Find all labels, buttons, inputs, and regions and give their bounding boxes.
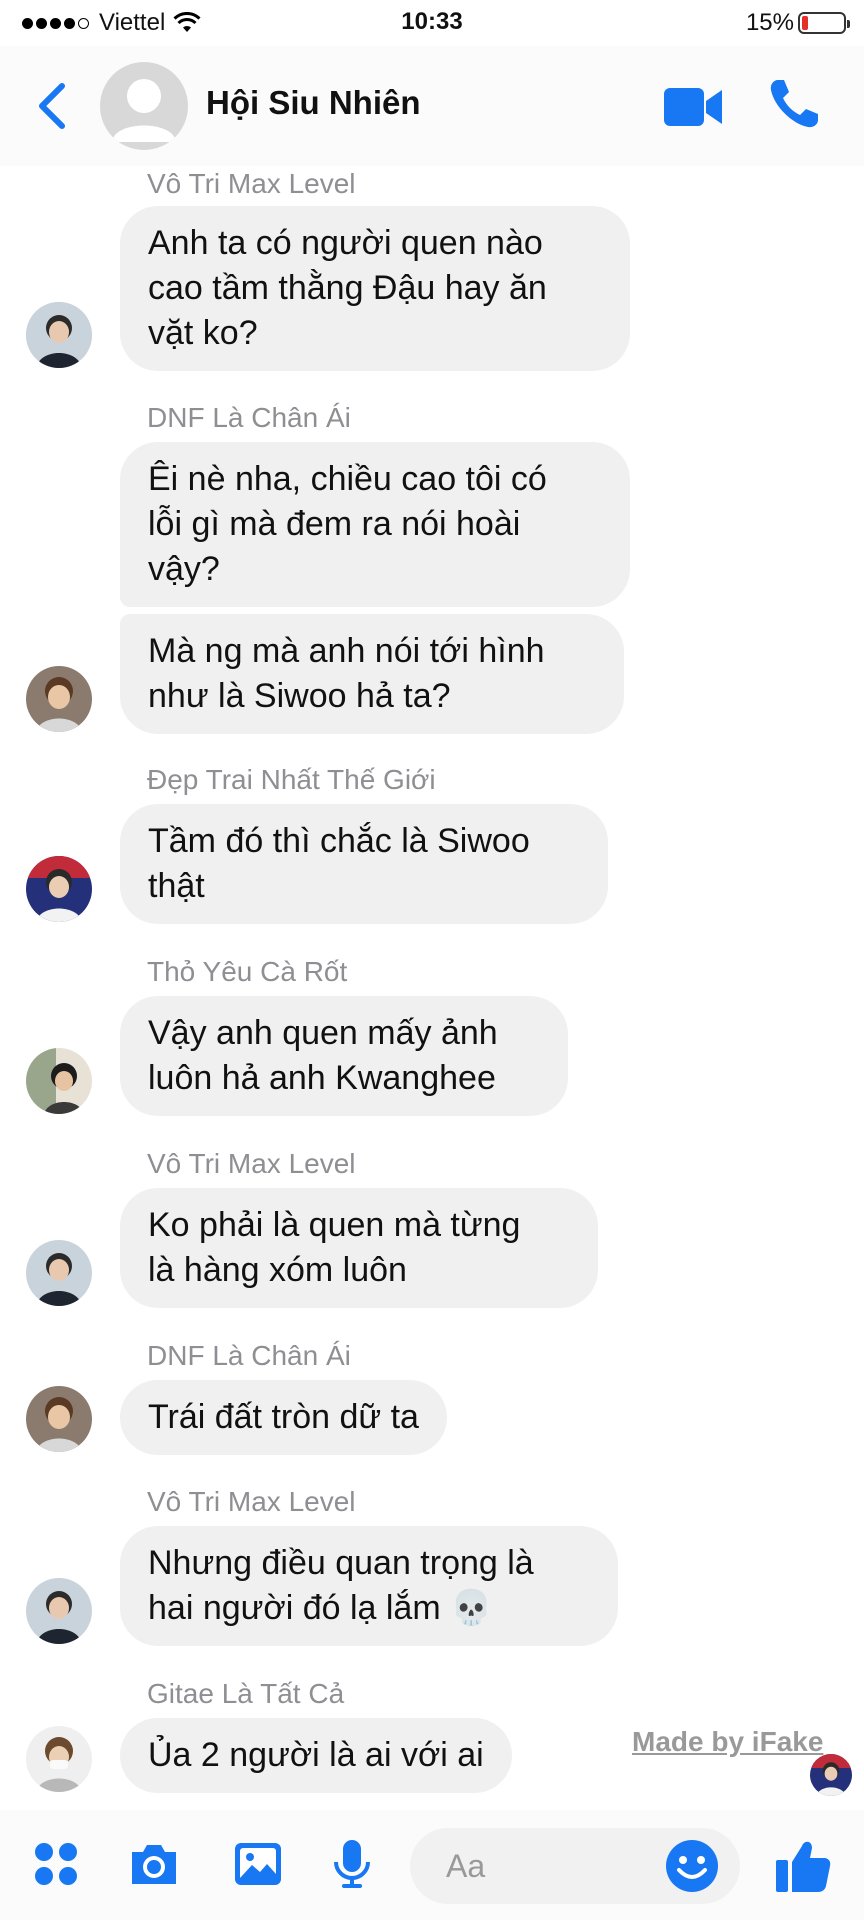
message-line: là hàng xóm luôn xyxy=(148,1251,407,1289)
sender-name: Vô Tri Max Level xyxy=(147,1148,356,1179)
message-line: Vậy anh quen mấy ảnh xyxy=(148,1014,498,1052)
message-line: thật xyxy=(148,867,205,905)
chat-title[interactable]: Hội Siu Nhiên xyxy=(206,84,421,122)
message-bubble[interactable]: Trái đất tròn dữ ta xyxy=(120,1380,447,1455)
default-person-icon xyxy=(112,79,176,142)
message-line: Anh ta có người quen nào xyxy=(148,224,543,262)
status-bar: Viettel 10:33 15% xyxy=(0,0,864,46)
battery-icon xyxy=(798,12,850,34)
message-line: Mà ng mà anh nói tới hình xyxy=(148,632,545,670)
avatar[interactable] xyxy=(26,1240,92,1306)
avatar[interactable] xyxy=(26,856,92,922)
message-bubble[interactable]: Nhưng điều quan trọng là hai người đó lạ… xyxy=(120,1526,618,1646)
avatar[interactable] xyxy=(26,1726,92,1792)
watermark: Made by iFake xyxy=(632,1726,824,1757)
message-line: Tầm đó thì chắc là Siwoo xyxy=(148,822,530,860)
message-line: luôn hả anh Kwanghee xyxy=(148,1059,496,1097)
message-list[interactable]: Vô Tri Max Level Anh ta có người quen nà… xyxy=(0,166,864,1796)
message-line: Êi nè nha, chiều cao tôi có xyxy=(148,460,547,498)
avatar[interactable] xyxy=(26,666,92,732)
sender-name: Vô Tri Max Level xyxy=(147,1486,356,1517)
message-bubble[interactable]: Ủa 2 người là ai với ai xyxy=(120,1718,512,1793)
sender-name: Vô Tri Max Level xyxy=(147,168,356,199)
avatar[interactable] xyxy=(26,1386,92,1452)
avatar[interactable] xyxy=(26,302,92,368)
video-camera-icon[interactable] xyxy=(662,84,724,130)
message-line: như là Siwoo hả ta? xyxy=(148,677,451,715)
sender-name: DNF Là Chân Ái xyxy=(147,1340,351,1371)
message-line: cao tầm thằng Đậu hay ăn xyxy=(148,269,547,307)
message-line: hai người đó lạ lắm 💀 xyxy=(148,1589,493,1627)
avatar[interactable] xyxy=(26,1578,92,1644)
sender-name: Gitae Là Tất Cả xyxy=(147,1678,345,1709)
message-line: vậy? xyxy=(148,550,220,588)
back-chevron-icon[interactable] xyxy=(32,78,72,134)
camera-icon[interactable] xyxy=(128,1838,180,1890)
chat-header: Hội Siu Nhiên xyxy=(0,46,864,166)
phone-icon[interactable] xyxy=(766,76,822,132)
sender-name: Thỏ Yêu Cà Rốt xyxy=(147,956,348,987)
message-line: lỗi gì mà đem ra nói hoài xyxy=(148,505,521,543)
composer-bar xyxy=(0,1810,864,1920)
message-bubble[interactable]: Vậy anh quen mấy ảnh luôn hả anh Kwanghe… xyxy=(120,996,568,1116)
battery-percent: 15% xyxy=(745,9,794,36)
message-line: Ủa 2 người là ai với ai xyxy=(148,1736,484,1774)
microphone-icon[interactable] xyxy=(326,1838,378,1890)
message-line: Nhưng điều quan trọng là xyxy=(148,1544,534,1582)
status-time: 10:33 xyxy=(401,8,463,35)
message-line: vặt ko? xyxy=(148,314,258,352)
sender-name: DNF Là Chân Ái xyxy=(147,402,351,433)
seen-avatar xyxy=(810,1754,852,1796)
message-bubble[interactable]: Anh ta có người quen nào cao tầm thằng Đ… xyxy=(120,206,630,371)
message-line: Ko phải là quen mà từng xyxy=(148,1206,521,1244)
avatar[interactable] xyxy=(26,1048,92,1114)
message-bubble[interactable]: Tầm đó thì chắc là Siwoo thật xyxy=(120,804,608,924)
emoji-icon[interactable] xyxy=(664,1838,720,1894)
message-bubble[interactable]: Êi nè nha, chiều cao tôi có lỗi gì mà đe… xyxy=(120,442,630,607)
apps-grid-icon[interactable] xyxy=(30,1838,82,1890)
thumbs-up-icon[interactable] xyxy=(774,1836,832,1894)
message-bubble[interactable]: Mà ng mà anh nói tới hình như là Siwoo h… xyxy=(120,614,624,734)
sender-name: Đẹp Trai Nhất Thế Giới xyxy=(147,764,436,795)
image-icon[interactable] xyxy=(232,1838,284,1890)
message-bubble[interactable]: Ko phải là quen mà từng là hàng xóm luôn xyxy=(120,1188,598,1308)
group-avatar[interactable] xyxy=(100,62,188,150)
message-input[interactable] xyxy=(446,1828,626,1904)
message-line: Trái đất tròn dữ ta xyxy=(148,1398,419,1436)
